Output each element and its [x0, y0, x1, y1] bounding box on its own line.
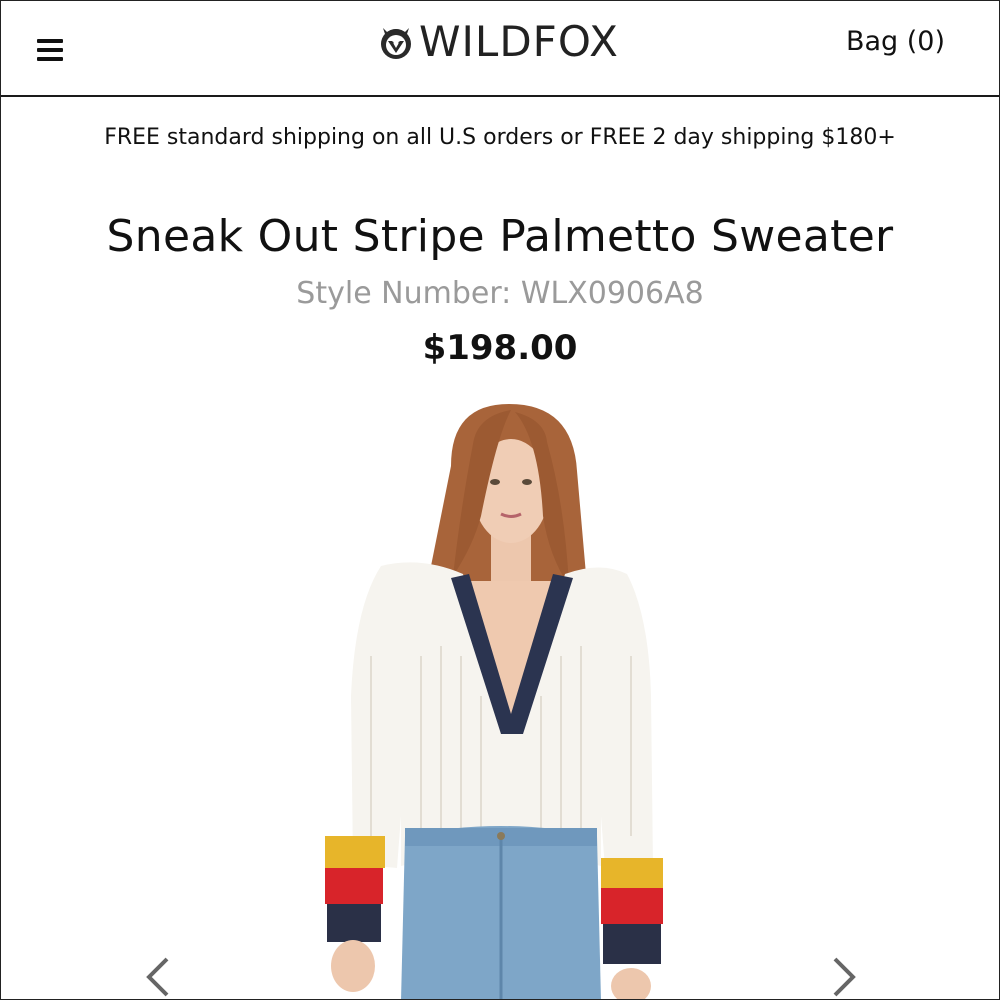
site-header: WILDFOX Bag (0)	[1, 1, 999, 97]
bag-link[interactable]: Bag (0)	[846, 25, 945, 59]
hamburger-menu-icon[interactable]	[37, 39, 63, 61]
fox-logo-icon	[381, 28, 411, 59]
style-number: Style Number: WLX0906A8	[296, 276, 704, 311]
product-image[interactable]	[301, 396, 701, 1000]
brand-logo-link[interactable]: WILDFOX	[379, 17, 619, 67]
chevron-right-icon[interactable]	[827, 953, 863, 1000]
product-title: Sneak Out Stripe Palmetto Sweater	[106, 211, 894, 262]
product-price: $198.00	[422, 328, 578, 368]
chevron-left-icon[interactable]	[139, 953, 175, 1000]
product-page: WILDFOX Bag (0) FREE standard shipping o…	[0, 0, 1000, 1000]
brand-name: WILDFOX	[419, 17, 619, 66]
shipping-banner: FREE standard shipping on all U.S orders…	[104, 125, 896, 150]
